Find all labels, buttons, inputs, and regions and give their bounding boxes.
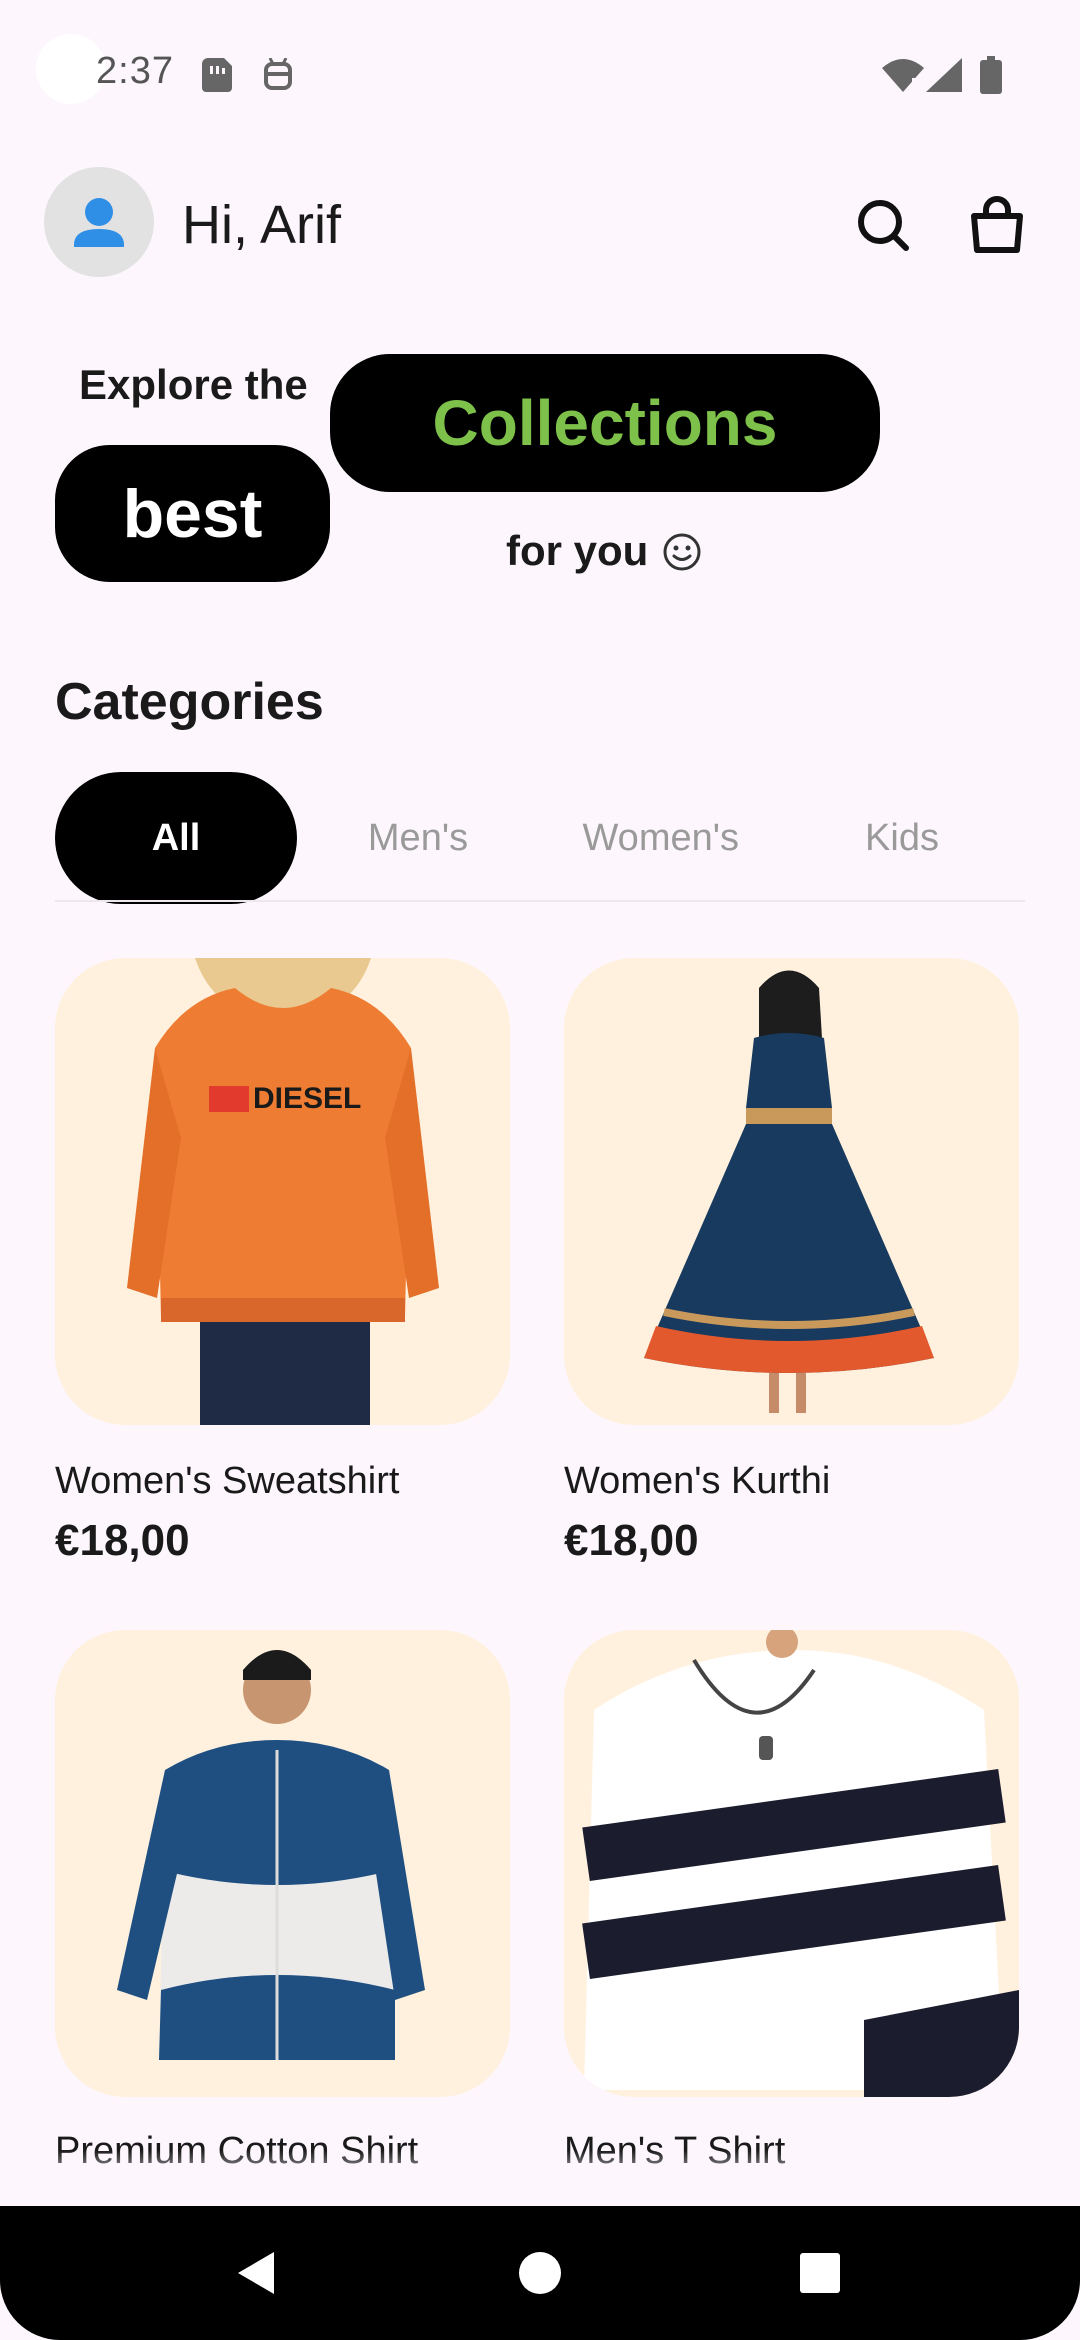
recents-button[interactable] — [760, 2206, 880, 2340]
cart-button[interactable] — [962, 190, 1032, 260]
battery-icon — [980, 56, 1002, 94]
tab-all[interactable]: All — [55, 772, 297, 904]
shopping-bag-icon — [971, 196, 1023, 253]
collections-text: Collections — [432, 387, 778, 459]
system-navigation-bar — [0, 2206, 1080, 2340]
shirt-illustration — [117, 1650, 425, 2060]
tabs-divider — [55, 900, 1025, 902]
avatar-person-icon — [74, 198, 124, 247]
search-button[interactable] — [848, 190, 918, 260]
product-price: €18,00 — [564, 1516, 699, 1565]
status-time: 2:37 — [96, 50, 174, 92]
back-button[interactable] — [196, 2206, 316, 2340]
home-button[interactable] — [480, 2206, 600, 2340]
product-image-sweatshirt[interactable]: DIESEL — [55, 958, 510, 1425]
smile-icon — [663, 533, 701, 571]
hero-line-1: Explore the — [79, 361, 308, 408]
search-icon — [858, 200, 909, 251]
categories-title: Categories — [55, 673, 324, 731]
product-image-kurthi[interactable] — [564, 958, 1019, 1425]
product-name[interactable]: Women's Kurthi — [564, 1460, 830, 1503]
back-icon — [238, 2252, 274, 2294]
android-icon — [264, 58, 292, 90]
svg-text:DIESEL: DIESEL — [253, 1082, 361, 1115]
sim-card-icon — [202, 58, 232, 92]
status-bar: 2:37 — [0, 0, 1080, 150]
tshirt-illustration — [582, 1630, 1019, 2097]
best-text: best — [122, 475, 263, 552]
product-price: €18,00 — [55, 1516, 190, 1565]
tab-womens[interactable]: Women's — [539, 772, 740, 904]
tab-kids[interactable]: Kids — [781, 772, 1023, 904]
home-icon — [519, 2252, 561, 2294]
sweatshirt-illustration: DIESEL — [127, 958, 439, 1425]
kurthi-illustration — [644, 970, 934, 1413]
scroll-fade — [0, 2150, 1080, 2206]
recents-icon — [800, 2253, 840, 2293]
product-name[interactable]: Women's Sweatshirt — [55, 1460, 399, 1503]
product-image-cotton-shirt[interactable] — [55, 1630, 510, 2097]
tab-mens[interactable]: Men's — [297, 772, 539, 904]
hero-line-3: for you — [506, 527, 649, 574]
product-image-mens-tshirt[interactable] — [564, 1630, 1019, 2097]
avatar[interactable] — [44, 167, 154, 277]
wifi-icon — [882, 59, 924, 92]
cellular-signal-icon — [926, 58, 962, 92]
collections-pill: Collections — [330, 354, 880, 492]
best-pill: best — [55, 445, 330, 582]
app-screen: 2:37 Hi, Arif Explore the Collections be… — [0, 0, 1080, 2340]
category-tabs: All Men's Women's Kids — [55, 772, 1025, 904]
greeting: Hi, Arif — [182, 195, 342, 255]
